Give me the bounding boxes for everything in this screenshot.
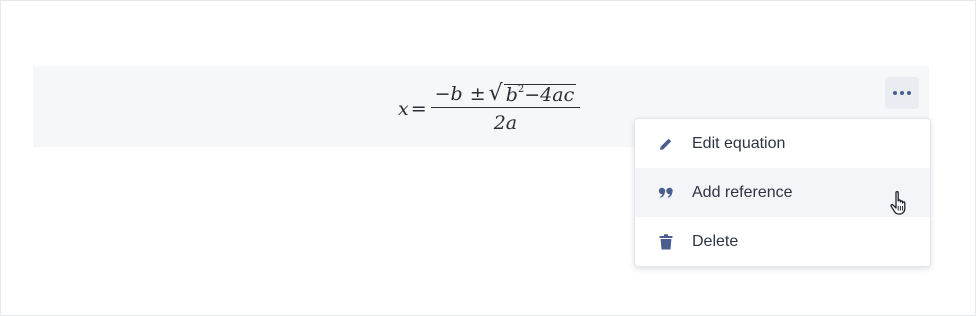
formula-lhs: x bbox=[398, 97, 409, 120]
menu-item-edit-equation[interactable]: Edit equation bbox=[635, 119, 930, 168]
formula-fraction: −b ± √ b2−4ac 2a bbox=[430, 83, 581, 134]
formula-numerator: −b ± √ b2−4ac bbox=[431, 83, 581, 107]
equation-context-menu: Edit equation Add reference Delete bbox=[634, 118, 931, 267]
quote-icon bbox=[657, 184, 675, 202]
formula-radicand: b2−4ac bbox=[503, 83, 577, 106]
pencil-icon bbox=[657, 135, 675, 153]
trash-icon bbox=[657, 233, 675, 251]
formula-denominator: 2a bbox=[493, 112, 518, 134]
more-options-button[interactable] bbox=[885, 77, 919, 109]
radicand-exponent: 2 bbox=[517, 83, 525, 95]
menu-item-label: Edit equation bbox=[692, 134, 786, 152]
menu-item-add-reference[interactable]: Add reference bbox=[635, 168, 930, 217]
hand-pointer-cursor-icon bbox=[890, 191, 906, 215]
sqrt-sign-icon: √ bbox=[488, 81, 503, 106]
formula-equals: = bbox=[410, 97, 427, 120]
more-horizontal-icon bbox=[893, 91, 897, 95]
more-horizontal-icon bbox=[900, 91, 904, 95]
formula-neg-b: −b bbox=[434, 83, 463, 105]
formula-sqrt: √ b2−4ac bbox=[489, 83, 577, 105]
formula-plus-minus: ± bbox=[469, 83, 486, 105]
radicand-b: b bbox=[505, 84, 518, 106]
menu-item-delete[interactable]: Delete bbox=[635, 217, 930, 266]
radicand-rest: −4ac bbox=[524, 84, 575, 106]
more-horizontal-icon bbox=[907, 91, 911, 95]
quadratic-formula[interactable]: x = −b ± √ b2−4ac 2a bbox=[398, 83, 581, 134]
menu-item-label: Add reference bbox=[692, 183, 793, 201]
menu-item-label: Delete bbox=[692, 232, 739, 250]
